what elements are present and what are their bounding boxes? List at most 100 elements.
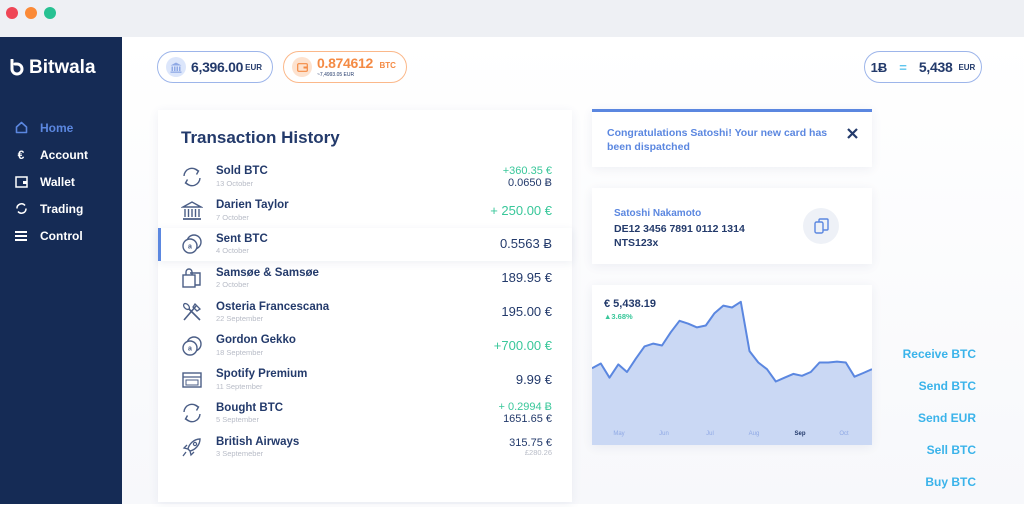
transaction-amount: + 0.2994 Ƀ bbox=[498, 401, 552, 413]
action-sell-btc[interactable]: Sell BTC bbox=[882, 443, 976, 475]
transaction-info: Gordon Gekko 18 September bbox=[216, 335, 296, 356]
sidebar-item-control[interactable]: Control bbox=[0, 222, 122, 249]
bank-icon bbox=[166, 57, 186, 77]
minimize-window-button[interactable] bbox=[25, 7, 37, 19]
wallet-icon bbox=[292, 57, 312, 77]
trading-icon bbox=[14, 202, 28, 216]
btc-balance-unit: BTC bbox=[379, 61, 395, 70]
copy-button[interactable] bbox=[803, 208, 839, 244]
sidebar-item-label: Control bbox=[40, 229, 83, 243]
exchange-rate-pill: 1Ƀ = 5,438 EUR bbox=[864, 51, 982, 83]
notification-card: Congratulations Satoshi! Your new card h… bbox=[592, 109, 872, 167]
account-holder-name: Satoshi Nakamoto bbox=[614, 208, 701, 219]
x-tick-label[interactable]: Jul bbox=[706, 431, 714, 437]
svg-text:a: a bbox=[188, 345, 192, 352]
transaction-row[interactable]: Sold BTC 13 October +360.35 €0.0650 Ƀ bbox=[158, 160, 572, 194]
shopping-bag-icon bbox=[180, 266, 204, 290]
chart-area bbox=[592, 302, 872, 445]
exchange-icon bbox=[180, 165, 204, 189]
transaction-list: Sold BTC 13 October +360.35 €0.0650 Ƀ Darie… bbox=[158, 160, 572, 464]
transaction-amount-block: +700.00 € bbox=[494, 339, 552, 353]
rate-value: 5,438 bbox=[919, 59, 953, 75]
svg-text:a: a bbox=[188, 244, 192, 251]
btc-balance-pill[interactable]: 0.874612 BTC ~7,4993.05 EUR bbox=[283, 51, 407, 83]
sidebar-item-label: Wallet bbox=[40, 175, 75, 189]
x-tick-label[interactable]: Jun bbox=[659, 431, 669, 437]
transaction-sub-amount: 0.0650 Ƀ bbox=[503, 177, 552, 189]
transaction-amount-block: 0.5563 Ƀ bbox=[500, 237, 552, 251]
rate-equals: = bbox=[899, 60, 907, 75]
sidebar-item-account[interactable]: € Account bbox=[0, 141, 122, 168]
transaction-date: 2 October bbox=[216, 281, 319, 289]
bank-icon bbox=[180, 199, 204, 223]
x-tick-label[interactable]: Oct bbox=[839, 431, 849, 437]
transaction-row[interactable]: a Sent BTC4 October 0.5563 Ƀ bbox=[158, 228, 572, 262]
transaction-date: 11 September bbox=[216, 383, 307, 391]
price-chart-card: MayJunJulAugSepOct € 5,438.19 ▲3.68% bbox=[592, 285, 872, 445]
exchange-icon bbox=[180, 401, 204, 425]
action-receive-btc[interactable]: Receive BTC bbox=[882, 347, 976, 379]
action-links: Receive BTCSend BTCSend EURSell BTCBuy B… bbox=[882, 347, 976, 507]
maximize-window-button[interactable] bbox=[44, 7, 56, 19]
btc-balance-value: 0.874612 bbox=[317, 55, 373, 71]
sidebar-item-trading[interactable]: Trading bbox=[0, 195, 122, 222]
transaction-amount: 189.95 € bbox=[501, 271, 552, 285]
transaction-date: 13 October bbox=[216, 180, 268, 188]
transaction-date: 4 October bbox=[216, 247, 268, 255]
transaction-name: Bought BTC bbox=[216, 403, 283, 415]
rocket-icon bbox=[180, 435, 204, 459]
brand-name: Bitwala bbox=[29, 57, 96, 79]
menu-icon bbox=[14, 229, 28, 243]
transaction-amount-block: + 250.00 € bbox=[490, 204, 552, 218]
eur-balance-pill[interactable]: 6,396.00 EUR bbox=[157, 51, 273, 83]
account-details-card: Satoshi Nakamoto DE12 3456 7891 0112 131… bbox=[592, 188, 872, 264]
close-window-button[interactable] bbox=[6, 7, 18, 19]
account-numbers: DE12 3456 7891 0112 1314 NTS123x bbox=[614, 222, 745, 250]
transaction-row[interactable]: Darien Taylor 7 October + 250.00 € bbox=[158, 194, 572, 228]
transaction-amount: 195.00 € bbox=[501, 305, 552, 319]
euro-icon: € bbox=[14, 148, 28, 162]
transaction-date: 7 October bbox=[216, 214, 289, 222]
transaction-date: 18 September bbox=[216, 349, 296, 357]
x-tick-label[interactable]: May bbox=[613, 431, 624, 437]
transaction-history-card: Transaction History Sold BTC13 October+3… bbox=[158, 110, 572, 502]
copy-icon bbox=[814, 218, 829, 235]
transaction-amount-block: 315.75 €£280.26 bbox=[509, 437, 552, 457]
sidebar-item-home[interactable]: Home bbox=[0, 114, 122, 141]
transaction-name: Sent BTC bbox=[216, 234, 268, 246]
transaction-row[interactable]: British Airways3 Septemeber 315.75 €£280.… bbox=[158, 430, 572, 464]
transaction-row[interactable]: Bought BTC5 September+ 0.2994 Ƀ1651.65 € bbox=[158, 397, 572, 431]
transaction-name: Gordon Gekko bbox=[216, 335, 296, 347]
transaction-info: British Airways3 Septemeber bbox=[216, 437, 299, 458]
sidebar-item-label: Account bbox=[40, 148, 88, 162]
transaction-row[interactable]: Osteria Francescana22 September195.00 € bbox=[158, 295, 572, 329]
action-send-eur[interactable]: Send EUR bbox=[882, 411, 976, 443]
close-icon[interactable] bbox=[847, 126, 858, 144]
rate-btc-unit: 1Ƀ bbox=[871, 60, 888, 75]
action-buy-btc[interactable]: Buy BTC bbox=[882, 475, 976, 507]
eur-balance-unit: EUR bbox=[245, 63, 262, 72]
rate-unit: EUR bbox=[958, 63, 975, 72]
sidebar-item-wallet[interactable]: Wallet bbox=[0, 168, 122, 195]
bic-code: NTS123x bbox=[614, 236, 745, 250]
transaction-name: Samsøe & Samsøe bbox=[216, 268, 319, 280]
transaction-amount: +700.00 € bbox=[494, 339, 552, 353]
restaurant-icon bbox=[180, 300, 204, 324]
logo[interactable]: Bitwala bbox=[9, 57, 96, 79]
transaction-row[interactable]: Spotify Premium 11 September 9.99 € bbox=[158, 363, 572, 397]
transaction-row[interactable]: Samsøe & Samsøe2 October 189.95 € bbox=[158, 261, 572, 295]
x-tick-label[interactable]: Aug bbox=[749, 431, 760, 437]
x-tick-label[interactable]: Sep bbox=[794, 431, 805, 437]
transaction-name: Darien Taylor bbox=[216, 200, 289, 212]
btc-balance-eur-equivalent: ~7,4993.05 EUR bbox=[317, 73, 396, 78]
bitwala-logo-icon bbox=[9, 59, 25, 77]
action-send-btc[interactable]: Send BTC bbox=[882, 379, 976, 411]
transaction-row[interactable]: a Gordon Gekko 18 September +700.00 € bbox=[158, 329, 572, 363]
main-content: 6,396.00 EUR 0.874612 BTC ~7,4993.05 EUR… bbox=[122, 37, 1024, 504]
transaction-name: Sold BTC bbox=[216, 166, 268, 178]
transaction-name: Spotify Premium bbox=[216, 369, 307, 381]
transaction-amount: 9.99 € bbox=[516, 373, 552, 387]
sidebar: Bitwala Home € Account Wallet Trading bbox=[0, 37, 122, 504]
transaction-amount: +360.35 € bbox=[503, 165, 552, 177]
notification-text: Congratulations Satoshi! Your new card h… bbox=[607, 126, 837, 154]
